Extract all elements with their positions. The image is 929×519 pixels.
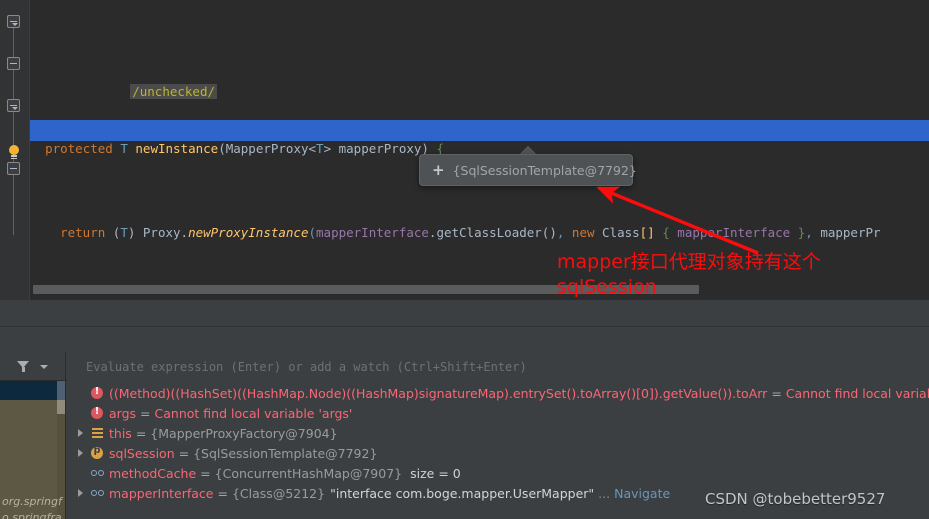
debugger-toolbar[interactable]: Evaluate expression (Enter) or add a wat… [0, 352, 929, 381]
tooltip-value: {SqlSessionTemplate@7792} [452, 162, 637, 178]
field-icon [88, 470, 106, 476]
variable-string-value: "interface com.boge.mapper.UserMapper" [330, 485, 595, 501]
navigate-link[interactable]: Navigate [610, 486, 670, 501]
variable-ellipsis: ... [598, 485, 611, 501]
fold-line-1 [13, 28, 14, 57]
variable-value: {SqlSessionTemplate@7792} [193, 445, 378, 461]
fold-marker-end-1[interactable] [7, 57, 20, 70]
tree-expand-toggle[interactable] [73, 449, 88, 457]
error-icon [88, 406, 106, 419]
variable-row[interactable]: ((Method)((HashSet)((HashMap.Node)((Hash… [66, 383, 929, 403]
annotation-arrow [596, 186, 759, 255]
frames-panel[interactable]: org.springf o.springfra [0, 381, 66, 519]
variable-name: sqlSession [109, 445, 175, 461]
equals-sign: = [135, 425, 147, 441]
code-line-0: /unchecked/ [30, 63, 881, 99]
variable-size: size = 0 [410, 465, 461, 481]
variable-row[interactable]: args = Cannot find local variable 'args' [66, 403, 929, 423]
funnel-icon[interactable] [17, 360, 30, 373]
variable-row[interactable]: this = {MapperProxyFactory@7904} [66, 423, 929, 443]
variable-value: Cannot find local variable 'args' [154, 405, 353, 421]
equals-sign: = [178, 445, 190, 461]
variable-name: this [109, 425, 132, 441]
chevron-down-icon[interactable] [40, 364, 48, 369]
ide-window: /unchecked/ protected T newInstance(Mapp… [0, 0, 929, 519]
fold-marker-collapse-1[interactable] [7, 15, 20, 28]
fold-marker-end-2[interactable] [7, 162, 20, 175]
panel-gap [0, 300, 929, 352]
fold-marker-collapse-2[interactable] [7, 99, 20, 112]
variable-name: mapperInterface [109, 485, 214, 501]
evaluate-expression-placeholder: Evaluate expression (Enter) or add a wat… [86, 359, 527, 374]
watermark: CSDN @tobebetter9527 [705, 490, 886, 508]
variable-name: ((Method)((HashSet)((HashMap.Node)((Hash… [109, 385, 768, 401]
variable-value: {Class@5212} [231, 485, 326, 501]
variable-value: {MapperProxyFactory@7904} [150, 425, 338, 441]
field-icon [88, 490, 106, 496]
evaluate-expression-input[interactable]: Evaluate expression (Enter) or add a wat… [67, 352, 929, 381]
variable-row[interactable]: methodCache = {ConcurrentHashMap@7907} s… [66, 463, 929, 483]
variable-row-sqlsession[interactable]: sqlSession = {SqlSessionTemplate@7792} [66, 443, 929, 463]
tree-expand-toggle[interactable] [73, 429, 88, 437]
annotation-text: mapper接口代理对象持有这个 sqlSession [557, 251, 821, 298]
variable-value: {ConcurrentHashMap@7907} [214, 465, 403, 481]
unchecked-annotation-chip: /unchecked/ [130, 84, 218, 99]
tree-expand-toggle[interactable] [73, 489, 88, 497]
equals-sign: = [217, 485, 228, 501]
panel-divider [0, 326, 929, 327]
editor-gutter[interactable] [0, 0, 30, 300]
frame-item-0[interactable]: org.springf [2, 495, 62, 508]
debugger-toolbar-left[interactable] [0, 352, 66, 381]
fold-line-4 [13, 175, 14, 235]
frame-selected-row[interactable] [0, 381, 60, 400]
plus-icon: + [432, 160, 445, 179]
variable-name: methodCache [109, 465, 197, 481]
parameter-icon [88, 445, 106, 459]
equals-sign: = [200, 465, 211, 481]
frame-item-1[interactable]: o.springfra [2, 511, 62, 519]
equals-sign: = [140, 405, 151, 421]
intention-bulb-icon[interactable] [8, 145, 20, 160]
error-icon [88, 386, 106, 399]
this-icon [88, 427, 106, 439]
variable-value: Cannot find local variable 'signatur [785, 385, 929, 401]
equals-sign: = [771, 385, 782, 401]
frames-scrollbar-thumb-top[interactable] [57, 381, 65, 400]
frames-scrollbar-thumb[interactable] [57, 400, 65, 414]
variable-name: args [109, 405, 137, 421]
